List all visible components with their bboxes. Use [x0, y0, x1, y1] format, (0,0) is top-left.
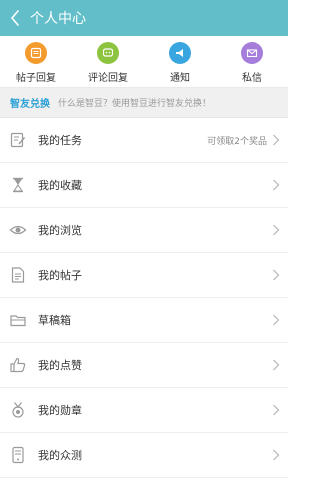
shortcut-label: 帖子回复: [16, 73, 56, 84]
document-icon: [9, 266, 27, 284]
menu-item-label: 我的众测: [38, 449, 82, 462]
shortcut-comment-reply[interactable]: 评论回复: [72, 36, 144, 87]
menu-item-label: 我的勋章: [38, 404, 82, 417]
page-title: 个人中心: [30, 11, 86, 27]
menu-item-medals[interactable]: 我的勋章: [0, 388, 288, 433]
app-header: 个人中心: [0, 0, 288, 36]
hourglass-icon: [9, 176, 27, 194]
menu-item-label: 草稿箱: [38, 314, 71, 327]
banner-title: 智友兑换: [10, 99, 50, 110]
thumbs-up-icon: [9, 356, 27, 374]
menu-item-posts[interactable]: 我的帖子: [0, 253, 288, 298]
task-icon: [9, 131, 27, 149]
shortcut-post-reply[interactable]: 帖子回复: [0, 36, 72, 87]
menu-item-label: 我的浏览: [38, 224, 82, 237]
menu-item-label: 我的任务: [38, 134, 82, 147]
chevron-right-icon: [272, 359, 280, 371]
medal-icon: [9, 401, 27, 419]
back-button[interactable]: [0, 0, 30, 36]
shortcut-message[interactable]: 私信: [216, 36, 288, 87]
chevron-right-icon: [272, 179, 280, 191]
chevron-right-icon: [272, 404, 280, 416]
chevron-right-icon: [272, 224, 280, 236]
chevron-right-icon: [272, 449, 280, 461]
menu-item-favorites[interactable]: 我的收藏: [0, 163, 288, 208]
menu-item-label: 我的帖子: [38, 269, 82, 282]
shortcut-label: 评论回复: [88, 73, 128, 84]
menu-item-tasks[interactable]: 我的任务 可领取2个奖品: [0, 118, 288, 163]
menu-list: 我的任务 可领取2个奖品 我的收藏 我的浏览 我的帖子 草稿箱 我的点赞 我的勋…: [0, 118, 288, 478]
shortcut-label: 通知: [170, 73, 190, 84]
back-arrow-icon: [11, 10, 19, 26]
chevron-right-icon: [272, 269, 280, 281]
post-reply-icon: [25, 42, 47, 64]
message-icon: [241, 42, 263, 64]
comment-reply-icon: [97, 42, 119, 64]
shortcut-notification[interactable]: 通知: [144, 36, 216, 87]
chevron-right-icon: [272, 314, 280, 326]
exchange-banner[interactable]: 智友兑换 什么是智豆？使用智豆进行智友兑换！: [0, 88, 288, 118]
menu-item-drafts[interactable]: 草稿箱: [0, 298, 288, 343]
menu-item-label: 我的收藏: [38, 179, 82, 192]
menu-item-likes[interactable]: 我的点赞: [0, 343, 288, 388]
shortcut-label: 私信: [242, 73, 262, 84]
menu-item-label: 我的点赞: [38, 359, 82, 372]
menu-item-history[interactable]: 我的浏览: [0, 208, 288, 253]
chevron-right-icon: [272, 134, 280, 146]
eye-icon: [9, 221, 27, 239]
phone-test-icon: [9, 446, 27, 464]
menu-item-crowdtest[interactable]: 我的众测: [0, 433, 288, 478]
reward-hint: 可领取2个奖品: [207, 136, 267, 147]
shortcut-bar: 帖子回复 评论回复 通知 私信: [0, 36, 288, 88]
notification-icon: [169, 42, 191, 64]
banner-description: 什么是智豆？使用智豆进行智友兑换！: [58, 99, 212, 109]
folder-icon: [9, 311, 27, 329]
